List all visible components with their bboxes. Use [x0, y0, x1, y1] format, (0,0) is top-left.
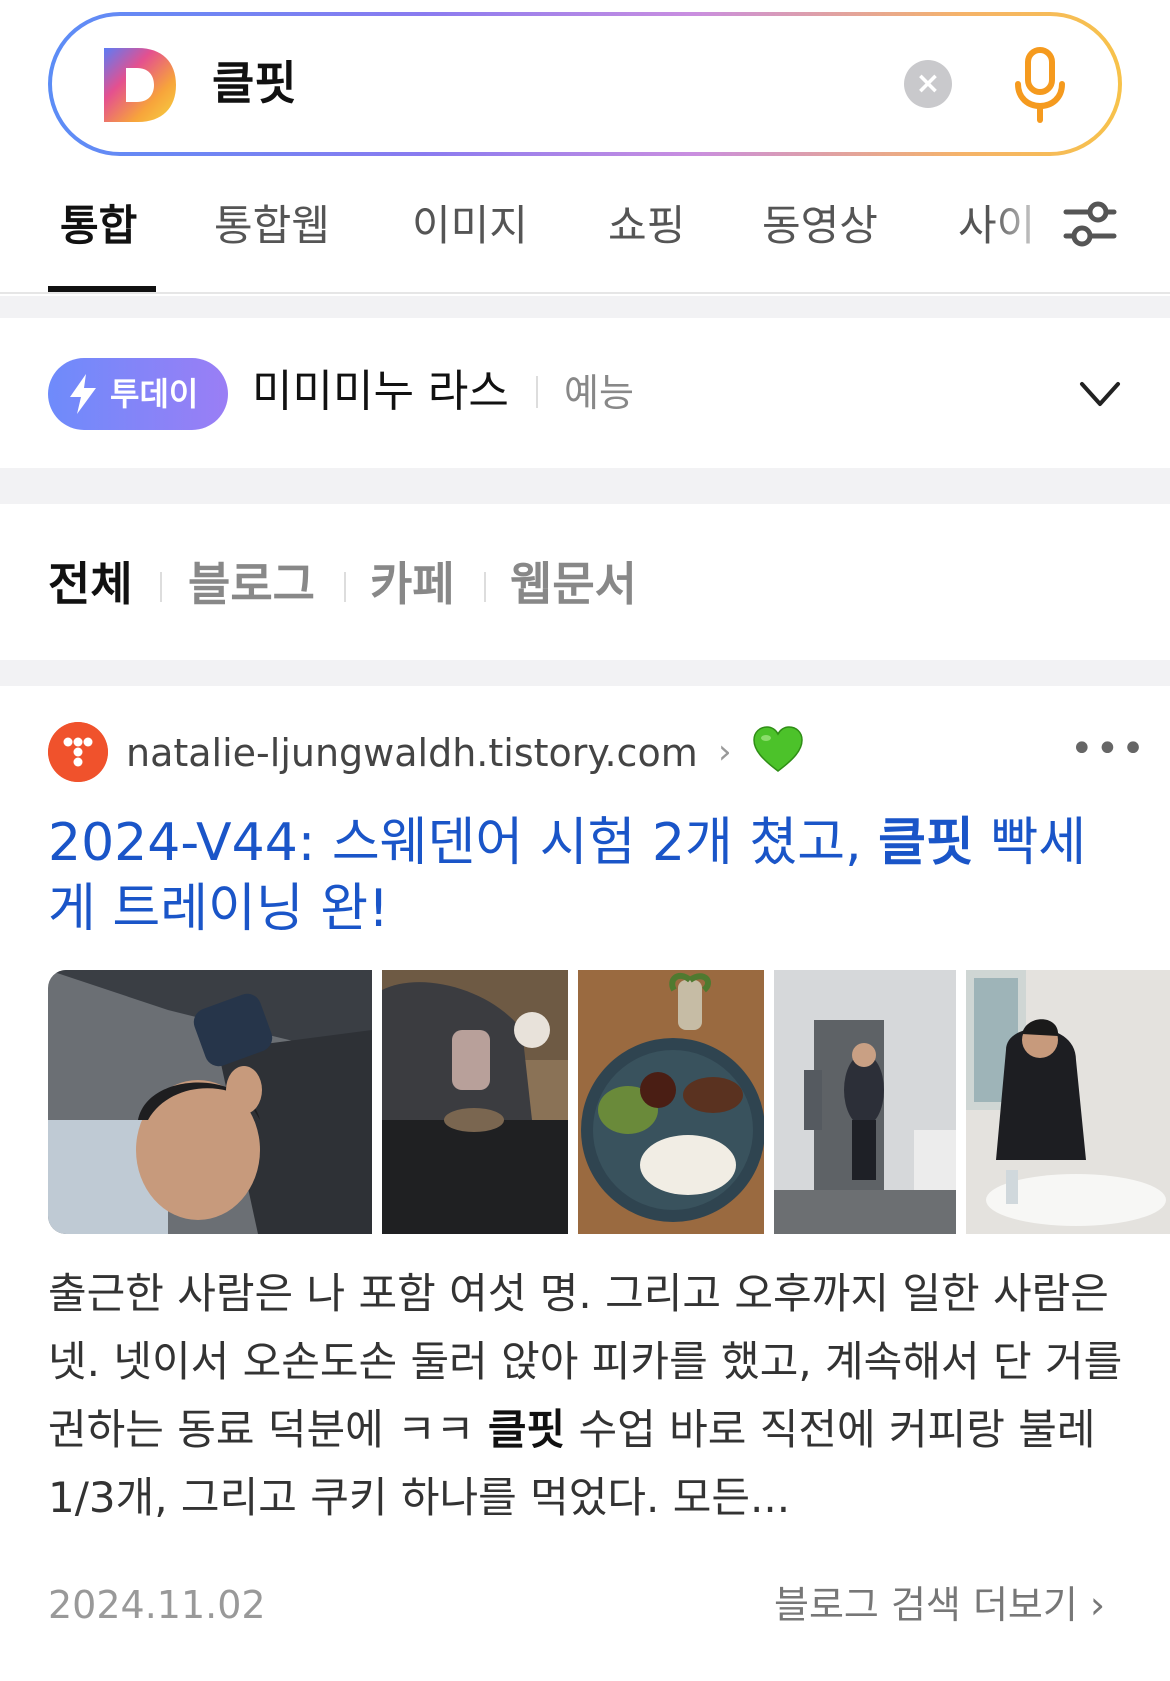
- green-heart-icon: [753, 726, 803, 772]
- filter-blog[interactable]: 블로그: [188, 554, 315, 614]
- search-result-card: natalie-ljungwaldh.tistory.com › ••• 202…: [0, 686, 1170, 1676]
- result-site-url[interactable]: natalie-ljungwaldh.tistory.com: [126, 726, 698, 780]
- result-title[interactable]: 2024-V44: 스웨덴어 시험 2개 쳤고, 클핏 빡세게 트레이닝 완!: [48, 810, 1128, 942]
- tistory-favicon-icon: [48, 722, 108, 782]
- tab-shopping[interactable]: 쇼핑: [608, 192, 685, 253]
- tab-images[interactable]: 이미지: [412, 192, 528, 253]
- thumbnail-image[interactable]: [966, 970, 1170, 1234]
- more-options-icon[interactable]: •••: [1070, 729, 1147, 769]
- today-title[interactable]: 미미미누 라스: [252, 362, 509, 422]
- result-thumbnails[interactable]: [48, 970, 1170, 1234]
- tab-video[interactable]: 동영상: [762, 192, 878, 253]
- thumbnail-image[interactable]: [382, 970, 568, 1234]
- thumbnail-image[interactable]: [774, 970, 956, 1234]
- today-category: 예능: [564, 371, 634, 415]
- search-tabs: 통합 통합웹 이미지 쇼핑 동영상 사이: [0, 170, 1170, 294]
- result-filter-bar: 전체 블로그 카페 웹문서: [0, 504, 1170, 660]
- search-bar[interactable]: 클핏 ×: [48, 12, 1122, 156]
- daum-logo-icon: [104, 48, 176, 122]
- thumbnail-image[interactable]: [578, 970, 764, 1234]
- active-tab-indicator: [48, 286, 156, 292]
- thumbnail-image[interactable]: [48, 970, 372, 1234]
- chevron-down-icon[interactable]: [1078, 374, 1122, 414]
- filter-webdoc[interactable]: 웹문서: [510, 554, 637, 614]
- microphone-icon[interactable]: [1012, 46, 1068, 126]
- search-input[interactable]: 클핏: [212, 48, 297, 118]
- blog-search-more-link[interactable]: 블로그 검색 더보기 ›: [774, 1580, 1105, 1630]
- filter-cafe[interactable]: 카페: [370, 554, 455, 614]
- filter-settings-icon[interactable]: [1062, 196, 1118, 252]
- chevron-right-icon: ›: [718, 732, 732, 772]
- close-icon[interactable]: ×: [904, 60, 952, 108]
- tab-integrated[interactable]: 통합: [60, 192, 137, 253]
- result-date: 2024.11.02: [48, 1583, 266, 1627]
- chevron-right-icon: ›: [1077, 1583, 1106, 1627]
- filter-all[interactable]: 전체: [48, 554, 133, 614]
- today-trending[interactable]: 투데이 미미미누 라스 예능: [0, 318, 1170, 468]
- lightning-icon: [70, 374, 96, 414]
- divider: [536, 376, 538, 408]
- tab-integrated-web[interactable]: 통합웹: [214, 192, 330, 253]
- today-badge: 투데이: [48, 358, 228, 430]
- result-snippet: 출근한 사람은 나 포함 여섯 명. 그리고 오후까지 일한 사람은 넷. 넷이…: [48, 1269, 1123, 1522]
